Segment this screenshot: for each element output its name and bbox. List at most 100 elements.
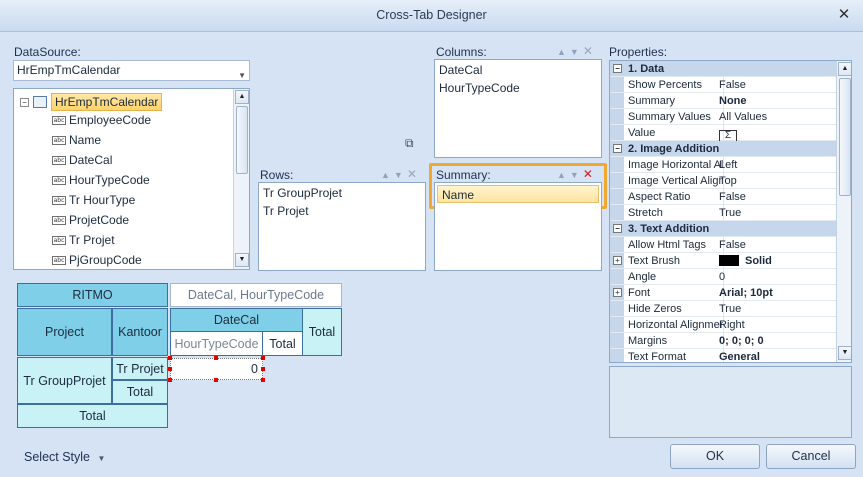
property-row[interactable]: Horizontal Alignment Right bbox=[610, 317, 837, 333]
chevron-down-icon[interactable]: ▼ bbox=[238, 66, 246, 85]
resize-handle[interactable] bbox=[261, 367, 265, 371]
remove-icon[interactable]: ✕ bbox=[583, 167, 597, 181]
move-up-icon[interactable]: ▲ bbox=[557, 47, 570, 57]
list-item[interactable]: Tr GroupProjet bbox=[259, 184, 425, 202]
property-scrollbar[interactable]: ▲ ▼ bbox=[836, 61, 851, 362]
resize-handle[interactable] bbox=[168, 356, 172, 360]
collapse-icon[interactable]: − bbox=[20, 97, 29, 107]
move-up-icon[interactable]: ▲ bbox=[557, 170, 570, 180]
tree-field-item[interactable]: abc Name bbox=[52, 130, 101, 150]
data-cell[interactable]: 0 bbox=[170, 358, 263, 380]
property-row[interactable]: Angle 0 bbox=[610, 269, 837, 285]
property-row[interactable]: Margins 0; 0; 0; 0 bbox=[610, 333, 837, 349]
datasource-tree[interactable]: − HrEmpTmCalendar abc EmployeeCode abc Name… bbox=[13, 88, 250, 270]
resize-handle[interactable] bbox=[261, 378, 265, 382]
col-total-inner[interactable]: Total bbox=[262, 331, 303, 356]
tree-field-item[interactable]: abc Tr HourType bbox=[52, 190, 135, 210]
property-value[interactable]: True bbox=[719, 301, 741, 317]
row-total-outer[interactable]: Total bbox=[17, 404, 168, 428]
property-row[interactable]: Stretch True bbox=[610, 205, 837, 221]
property-value[interactable]: Left bbox=[719, 157, 737, 173]
list-item[interactable]: DateCal bbox=[435, 61, 601, 79]
tree-field-item[interactable]: abc PjGroupCode bbox=[52, 250, 142, 269]
scroll-down-icon[interactable]: ▼ bbox=[235, 253, 249, 267]
expand-icon[interactable]: + bbox=[613, 288, 622, 297]
summary-list[interactable]: Name bbox=[434, 182, 602, 271]
list-item[interactable]: Tr Projet bbox=[259, 202, 425, 220]
property-value[interactable]: Right bbox=[719, 317, 745, 333]
move-down-icon[interactable]: ▼ bbox=[570, 170, 583, 180]
property-value[interactable]: None bbox=[719, 93, 747, 109]
ok-button[interactable]: OK bbox=[670, 444, 760, 469]
remove-icon[interactable]: ✕ bbox=[583, 44, 597, 58]
property-category[interactable]: −1. Data bbox=[610, 61, 837, 77]
col-total-outer[interactable]: Total bbox=[302, 308, 342, 356]
property-row[interactable]: Summary Values All Values bbox=[610, 109, 837, 125]
move-up-icon[interactable]: ▲ bbox=[381, 170, 394, 180]
property-value[interactable]: False bbox=[719, 237, 746, 253]
property-row[interactable]: Image Horizontal AlignmentLeft bbox=[610, 157, 837, 173]
property-value[interactable]: Arial; 10pt bbox=[719, 285, 773, 301]
resize-handle[interactable] bbox=[214, 356, 218, 360]
property-row[interactable]: Value Σ bbox=[610, 125, 837, 142]
list-item[interactable]: HourTypeCode bbox=[435, 79, 601, 97]
property-row[interactable]: Hide Zeros True bbox=[610, 301, 837, 317]
property-row[interactable]: Show Percents False bbox=[610, 77, 837, 93]
property-value[interactable]: Top bbox=[719, 173, 737, 189]
property-category[interactable]: −2. Image Addition bbox=[610, 141, 837, 157]
property-value[interactable]: True bbox=[719, 205, 741, 221]
property-row[interactable]: Summary None bbox=[610, 93, 837, 109]
resize-handle[interactable] bbox=[168, 378, 172, 382]
row-header-project[interactable]: Project bbox=[17, 308, 112, 356]
property-value[interactable]: False bbox=[719, 77, 746, 93]
property-value[interactable]: General bbox=[719, 349, 760, 362]
tree-field-item[interactable]: abc Tr Projet bbox=[52, 230, 115, 250]
remove-icon[interactable]: ✕ bbox=[407, 167, 421, 181]
property-value[interactable]: False bbox=[719, 189, 746, 205]
tree-field-item[interactable]: abc HourTypeCode bbox=[52, 170, 150, 190]
collapse-icon[interactable]: − bbox=[613, 224, 622, 233]
property-row[interactable]: + Font Arial; 10pt bbox=[610, 285, 837, 301]
rows-list[interactable]: Tr GroupProjet Tr Projet bbox=[258, 182, 426, 271]
property-row[interactable]: Allow Html Tags False bbox=[610, 237, 837, 253]
col-header-hourtypecode[interactable]: HourTypeCode bbox=[170, 331, 263, 356]
property-value[interactable]: Solid bbox=[719, 253, 772, 269]
collapse-icon[interactable]: − bbox=[613, 64, 622, 73]
corner-cell[interactable]: RITMO bbox=[17, 283, 168, 307]
close-icon[interactable]: ✕ bbox=[835, 6, 853, 24]
collapse-icon[interactable]: − bbox=[613, 144, 622, 153]
resize-handle[interactable] bbox=[214, 378, 218, 382]
tree-field-item[interactable]: abc DateCal bbox=[52, 150, 112, 170]
cancel-button[interactable]: Cancel bbox=[766, 444, 856, 469]
scroll-thumb[interactable] bbox=[839, 78, 851, 196]
tree-field-item[interactable]: abc ProjetCode bbox=[52, 210, 129, 230]
col-header-datecal[interactable]: DateCal bbox=[170, 308, 303, 332]
property-grid[interactable]: −1. Data Show Percents False Summary None Sum… bbox=[609, 60, 852, 363]
field-list-icon[interactable]: ⧉ bbox=[405, 136, 423, 152]
scroll-up-icon[interactable]: ▲ bbox=[235, 90, 249, 104]
row-total-inner[interactable]: Total bbox=[112, 380, 168, 404]
property-row[interactable]: Image Vertical AlignmentTop bbox=[610, 173, 837, 189]
list-item-selected[interactable]: Name bbox=[437, 185, 599, 203]
property-value[interactable]: 0; 0; 0; 0 bbox=[719, 333, 764, 349]
property-category[interactable]: −3. Text Addition bbox=[610, 221, 837, 237]
property-row[interactable]: Aspect Ratio False bbox=[610, 189, 837, 205]
row-header-kantoor[interactable]: Kantoor bbox=[112, 308, 168, 356]
resize-handle[interactable] bbox=[261, 356, 265, 360]
datasource-combo[interactable]: HrEmpTmCalendar ▼ bbox=[13, 60, 250, 81]
property-row[interactable]: + Text Brush Solid bbox=[610, 253, 837, 269]
property-row[interactable]: Text Format General bbox=[610, 349, 837, 362]
tree-root-node[interactable]: − HrEmpTmCalendar bbox=[20, 93, 163, 111]
move-down-icon[interactable]: ▼ bbox=[570, 47, 583, 57]
tree-scrollbar[interactable]: ▲ ▼ bbox=[233, 89, 249, 269]
scroll-thumb[interactable] bbox=[236, 106, 248, 174]
select-style-menu[interactable]: Select Style ▼ bbox=[24, 450, 105, 464]
column-fields-caption[interactable]: DateCal, HourTypeCode bbox=[170, 283, 342, 307]
property-value[interactable]: All Values bbox=[719, 109, 767, 125]
scroll-down-icon[interactable]: ▼ bbox=[838, 346, 851, 360]
tree-field-item[interactable]: abc EmployeeCode bbox=[52, 110, 151, 130]
expand-icon[interactable]: + bbox=[613, 256, 622, 265]
property-value[interactable]: 0 bbox=[719, 269, 725, 285]
move-down-icon[interactable]: ▼ bbox=[394, 170, 407, 180]
scroll-up-icon[interactable]: ▲ bbox=[838, 62, 851, 76]
